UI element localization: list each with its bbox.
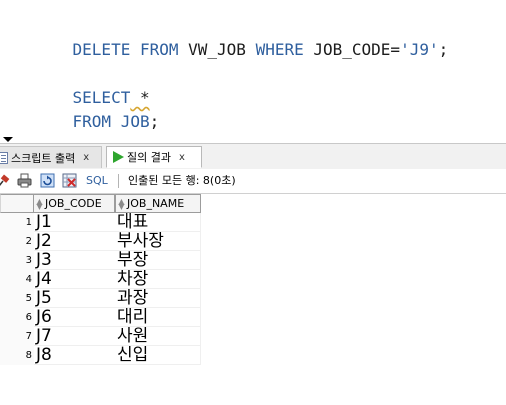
code-line-delete[interactable]: DELETE FROM VW_JOB WHERE JOB_CODE='J9'; [34, 17, 449, 59]
fetch-status: 인출된 모든 행: 8(0초) [128, 174, 236, 187]
cell-job-name[interactable]: 사원 [115, 327, 201, 346]
tab-script-output[interactable]: 스크립트 출력 x [0, 146, 102, 168]
result-tab-bar: 스크립트 출력 x 질의 결과 x [0, 143, 506, 170]
column-header-label: JOB_CODE [45, 197, 102, 210]
delete-grid-icon[interactable] [62, 173, 77, 188]
keyword-from-2: FROM [72, 112, 112, 131]
sql-button[interactable]: SQL [86, 173, 108, 188]
pin-icon[interactable] [0, 173, 11, 188]
string-literal: 'J9' [400, 40, 439, 59]
toolbar-separator [118, 174, 119, 188]
table-row[interactable]: 4 J4 차장 [0, 270, 201, 289]
cell-job-code[interactable]: J6 [34, 308, 115, 327]
column-header-job-code[interactable]: ▲ ▼ JOB_CODE [34, 194, 115, 213]
document-icon [0, 151, 8, 164]
tab-query-result[interactable]: 질의 결과 x [106, 146, 202, 168]
row-number: 5 [0, 289, 34, 308]
print-icon[interactable] [17, 173, 32, 188]
cell-job-code[interactable]: J4 [34, 270, 115, 289]
cell-job-code[interactable]: J3 [34, 251, 115, 270]
cell-job-name[interactable]: 대표 [115, 213, 201, 232]
row-number-header [0, 194, 34, 213]
table-row[interactable]: 5 J5 과장 [0, 289, 201, 308]
cell-job-code[interactable]: J1 [34, 213, 115, 232]
close-icon[interactable]: x [179, 152, 185, 163]
keyword-where: WHERE [255, 40, 304, 59]
keyword-from: FROM [139, 40, 179, 59]
cell-job-name[interactable]: 부장 [115, 251, 201, 270]
row-number: 7 [0, 327, 34, 346]
statement-terminator: ; [438, 40, 449, 59]
table-row[interactable]: 2 J2 부사장 [0, 232, 201, 251]
column-header-job-name[interactable]: ▲ ▼ JOB_NAME [115, 194, 201, 213]
tab-query-result-label: 질의 결과 [127, 151, 171, 164]
cell-job-code[interactable]: J8 [34, 346, 115, 365]
cell-job-name[interactable]: 신입 [115, 346, 201, 365]
row-number: 2 [0, 232, 34, 251]
row-number: 1 [0, 213, 34, 232]
cell-job-name[interactable]: 과장 [115, 289, 201, 308]
cell-job-code[interactable]: J7 [34, 327, 115, 346]
table-row[interactable]: 8 J8 신입 [0, 346, 201, 365]
table-job: JOB [120, 112, 150, 131]
cell-job-name[interactable]: 차장 [115, 270, 201, 289]
code-line-from[interactable]: FROM JOB; [34, 89, 160, 131]
table-row[interactable]: 6 J6 대리 [0, 308, 201, 327]
panel-splitter[interactable] [0, 136, 506, 143]
keyword-delete: DELETE [72, 40, 131, 59]
sql-editor[interactable]: DELETE FROM VW_JOB WHERE JOB_CODE='J9'; … [0, 0, 506, 136]
sort-icon[interactable]: ▲ ▼ [118, 197, 125, 210]
cell-job-name[interactable]: 부사장 [115, 232, 201, 251]
row-number: 4 [0, 270, 34, 289]
result-grid[interactable]: ▲ ▼ JOB_CODE ▲ ▼ JOB_NAME 1 J1 대표 2 J2 부사장… [0, 194, 506, 405]
statement-terminator: ; [149, 112, 160, 131]
code-line-select[interactable]: SELECT * [34, 65, 150, 107]
refresh-icon[interactable] [40, 173, 55, 188]
table-row[interactable]: 7 J7 사원 [0, 327, 201, 346]
collapse-arrow-icon[interactable] [3, 137, 13, 142]
sort-icon[interactable]: ▲ ▼ [36, 197, 43, 210]
identifier-column: JOB_CODE= [303, 40, 401, 59]
identifier-view: VW_JOB [178, 40, 256, 59]
cell-job-code[interactable]: J5 [34, 289, 115, 308]
row-number: 3 [0, 251, 34, 270]
result-toolbar: SQL 인출된 모든 행: 8(0초) [0, 169, 506, 194]
row-number: 6 [0, 308, 34, 327]
run-icon [113, 151, 124, 163]
close-icon[interactable]: x [83, 152, 89, 163]
table-row[interactable]: 3 J3 부장 [0, 251, 201, 270]
tab-script-output-label: 스크립트 출력 [11, 151, 76, 165]
cell-job-code[interactable]: J2 [34, 232, 115, 251]
cell-job-name[interactable]: 대리 [115, 308, 201, 327]
row-number: 8 [0, 346, 34, 365]
table-row[interactable]: 1 J1 대표 [0, 213, 201, 232]
column-header-label: JOB_NAME [127, 197, 185, 210]
